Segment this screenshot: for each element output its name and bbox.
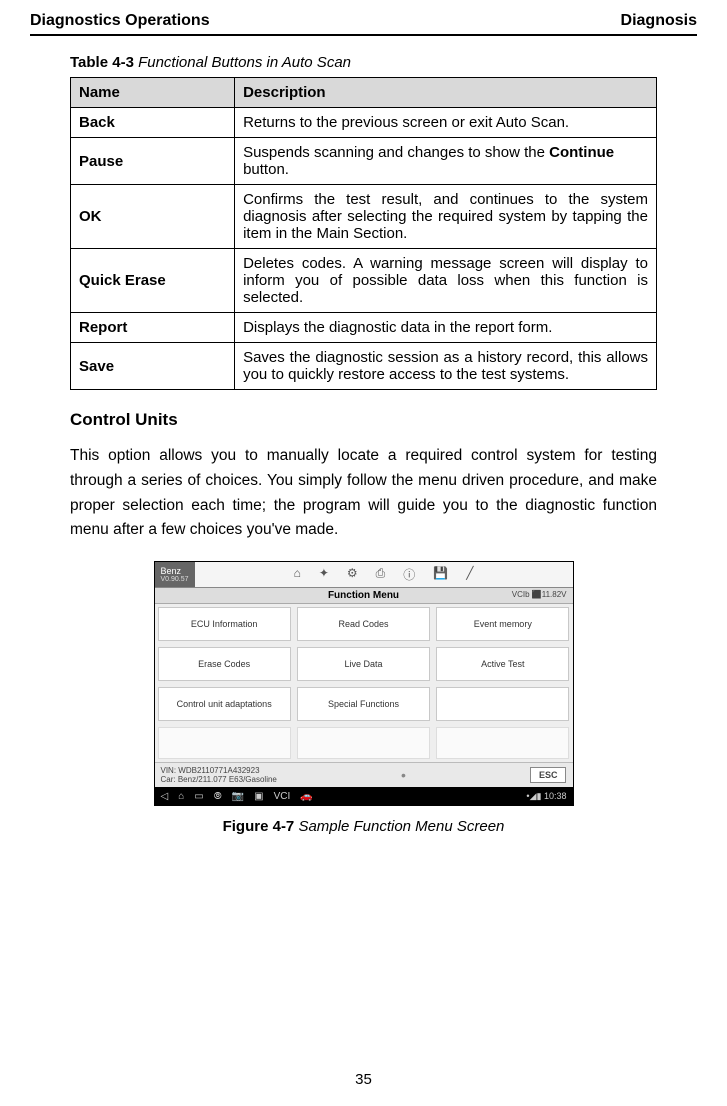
cell-name: OK — [71, 185, 235, 249]
fig-version: V0.90.57 — [161, 576, 189, 583]
recent-icon[interactable]: ▭ — [194, 791, 203, 802]
section-title-control-units: Control Units — [70, 410, 657, 430]
clock: 10:38 — [544, 791, 567, 801]
fig-footer: VIN: WDB2110771A432923 Car: Benz/211.077… — [155, 762, 573, 787]
home-icon[interactable]: ⌂ — [294, 566, 301, 583]
cell-name: Quick Erase — [71, 249, 235, 313]
car-text: Car: Benz/211.077 E63/Gasoline — [161, 775, 277, 784]
cell-name: Report — [71, 313, 235, 343]
header-right: Diagnosis — [621, 12, 697, 30]
camera-icon[interactable]: 📷 — [232, 791, 244, 802]
android-navbar: ◁ ⌂ ▭ ⦾ 📷 ▣ VCI 🚗 •◢▮ 10:38 — [155, 787, 573, 805]
figure-caption-number: Figure 4-7 — [223, 818, 295, 835]
status-icons: •◢▮ — [526, 791, 541, 801]
table-row: Report Displays the diagnostic data in t… — [71, 313, 657, 343]
info-icon[interactable]: ⓘ — [403, 566, 415, 583]
cell-desc: Deletes codes. A warning message screen … — [235, 249, 657, 313]
cell-desc: Returns to the previous screen or exit A… — [235, 108, 657, 138]
page-number: 35 — [0, 1071, 727, 1088]
car-icon[interactable]: 🚗 — [300, 791, 312, 802]
cell-name: Pause — [71, 138, 235, 185]
figure-function-menu: Benz V0.90.57 ⌂ ✦ ⚙ ⎙ ⓘ 💾 ╱ Function Men… — [154, 561, 574, 806]
fig-brand: Benz V0.90.57 — [155, 562, 195, 587]
figure-caption: Figure 4-7 Sample Function Menu Screen — [70, 818, 657, 835]
nav-home-icon[interactable]: ⌂ — [178, 791, 184, 802]
th-name: Name — [71, 78, 235, 108]
fig-toolbar: Benz V0.90.57 ⌂ ✦ ⚙ ⎙ ⓘ 💾 ╱ — [155, 562, 573, 588]
settings-icon[interactable]: ⚙ — [347, 566, 358, 583]
menu-empty — [436, 687, 569, 721]
cell-desc: Confirms the test result, and continues … — [235, 185, 657, 249]
paragraph-control-units: This option allows you to manually locat… — [70, 444, 657, 543]
table-row: Quick Erase Deletes codes. A warning mes… — [71, 249, 657, 313]
menu-special-functions[interactable]: Special Functions — [297, 687, 430, 721]
th-desc: Description — [235, 78, 657, 108]
empty-cell — [436, 727, 569, 759]
cell-desc: Suspends scanning and changes to show th… — [235, 138, 657, 185]
header-left: Diagnostics Operations — [30, 12, 210, 30]
expand-icon[interactable]: ╱ — [466, 566, 473, 583]
table-row: Pause Suspends scanning and changes to s… — [71, 138, 657, 185]
fig-title: Function Menu VCIb ⬛11.82V — [155, 588, 573, 604]
fig-brand-name: Benz — [161, 567, 189, 576]
table-row: Back Returns to the previous screen or e… — [71, 108, 657, 138]
empty-cell — [158, 727, 291, 759]
menu-ecu-information[interactable]: ECU Information — [158, 607, 291, 641]
table-caption: Table 4-3 Functional Buttons in Auto Sca… — [70, 54, 657, 71]
print-icon[interactable]: ⎙ — [376, 566, 386, 583]
vci-status: VCIb ⬛11.82V — [512, 590, 567, 599]
table-caption-title: Functional Buttons in Auto Scan — [134, 54, 351, 71]
back-icon[interactable]: ◁ — [161, 791, 169, 802]
menu-event-memory[interactable]: Event memory — [436, 607, 569, 641]
screenshot-icon[interactable]: ⦾ — [214, 791, 222, 802]
table-row: OK Confirms the test result, and continu… — [71, 185, 657, 249]
header-rule — [30, 34, 697, 36]
menu-erase-codes[interactable]: Erase Codes — [158, 647, 291, 681]
empty-cell — [297, 727, 430, 759]
cell-desc: Displays the diagnostic data in the repo… — [235, 313, 657, 343]
menu-live-data[interactable]: Live Data — [297, 647, 430, 681]
figure-caption-title: Sample Function Menu Screen — [294, 818, 504, 835]
vin-text: VIN: WDB2110771A432923 — [161, 766, 277, 775]
save-icon[interactable]: 💾 — [433, 566, 448, 583]
table-row: Save Saves the diagnostic session as a h… — [71, 343, 657, 390]
table-caption-number: Table 4-3 — [70, 54, 134, 71]
tool-icon[interactable]: ✦ — [319, 566, 329, 583]
menu-read-codes[interactable]: Read Codes — [297, 607, 430, 641]
esc-button[interactable]: ESC — [530, 767, 567, 783]
menu-active-test[interactable]: Active Test — [436, 647, 569, 681]
cell-desc: Saves the diagnostic session as a histor… — [235, 343, 657, 390]
cell-name: Back — [71, 108, 235, 138]
vci-icon[interactable]: VCI — [274, 791, 291, 802]
cell-name: Save — [71, 343, 235, 390]
app-icon[interactable]: ▣ — [254, 791, 263, 802]
menu-control-unit-adaptations[interactable]: Control unit adaptations — [158, 687, 291, 721]
functional-buttons-table: Name Description Back Returns to the pre… — [70, 77, 657, 390]
